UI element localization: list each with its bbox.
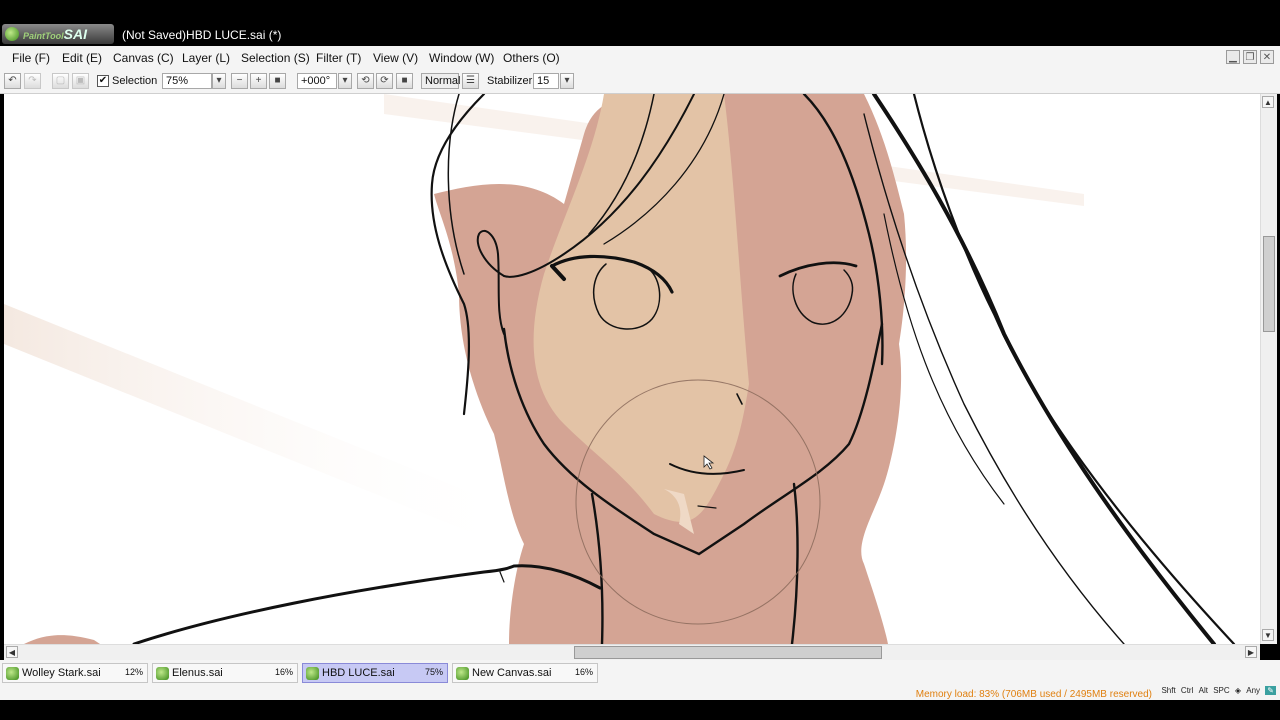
drawing-canvas[interactable] bbox=[4, 94, 1260, 644]
document-tab-wolley-stark[interactable]: Wolley Stark.sai 12% bbox=[2, 663, 148, 683]
zoom-dropdown-icon[interactable]: ▾ bbox=[212, 73, 226, 89]
document-tab-name: HBD LUCE.sai bbox=[322, 667, 395, 679]
menu-view[interactable]: View (V) bbox=[373, 51, 418, 65]
rotation-field[interactable]: +000° bbox=[297, 73, 337, 89]
scroll-right-arrow-icon[interactable]: ▶ bbox=[1245, 646, 1257, 658]
memory-load-status: Memory load: 83% (706MB used / 2495MB re… bbox=[915, 689, 1152, 700]
modifier-key-indicators: Shft Ctrl Alt SPC ◈ Any ✎ bbox=[1158, 686, 1276, 695]
zoom-reset-icon[interactable]: ■ bbox=[269, 73, 286, 89]
window-title: (Not Saved)HBD LUCE.sai (*) bbox=[122, 28, 282, 42]
undo-icon[interactable]: ↶ bbox=[4, 73, 21, 89]
document-tab-zoom: 16% bbox=[274, 667, 293, 677]
vertical-scroll-thumb[interactable] bbox=[1263, 236, 1275, 332]
taskbar-edge bbox=[0, 700, 1280, 720]
tablet-icon: ◈ bbox=[1234, 686, 1242, 695]
pen-icon: ✎ bbox=[1265, 686, 1276, 695]
space-indicator: SPC bbox=[1213, 686, 1230, 695]
menu-layer[interactable]: Layer (L) bbox=[182, 51, 230, 65]
zoom-out-icon[interactable]: − bbox=[231, 73, 248, 89]
document-tab-zoom: 16% bbox=[574, 667, 593, 677]
close-button[interactable]: ✕ bbox=[1260, 50, 1274, 64]
document-icon bbox=[6, 667, 19, 680]
redo-icon[interactable]: ↷ bbox=[24, 73, 41, 89]
zoom-in-icon[interactable]: + bbox=[250, 73, 267, 89]
document-tab-zoom: 12% bbox=[124, 667, 143, 677]
menu-others[interactable]: Others (O) bbox=[503, 51, 560, 65]
stabilizer-label: Stabilizer bbox=[487, 75, 533, 87]
artwork bbox=[4, 94, 1236, 644]
document-tab-name: New Canvas.sai bbox=[472, 667, 552, 679]
rotation-dropdown-icon[interactable]: ▾ bbox=[338, 73, 352, 89]
selection-label: Selection bbox=[112, 75, 158, 87]
sai-logo-icon bbox=[5, 27, 19, 41]
horizontal-scrollbar[interactable]: ◀ ▶ bbox=[4, 644, 1260, 660]
rotate-left-icon[interactable]: ⟲ bbox=[357, 73, 374, 89]
document-tab-zoom: 75% bbox=[424, 667, 443, 677]
light-ray-lower bbox=[4, 304, 524, 554]
status-bar: Wolley Stark.sai 12% Elenus.sai 16% HBD … bbox=[0, 660, 1280, 700]
flip-icon[interactable]: ☰ bbox=[462, 73, 479, 89]
document-tab-name: Wolley Stark.sai bbox=[22, 667, 101, 679]
menu-window[interactable]: Window (W) bbox=[429, 51, 494, 65]
vertical-scrollbar[interactable]: ▲ ▼ bbox=[1260, 94, 1277, 644]
zoom-field[interactable]: 75% bbox=[162, 73, 212, 89]
restore-button[interactable]: ❐ bbox=[1243, 50, 1257, 64]
document-tab-elenus[interactable]: Elenus.sai 16% bbox=[152, 663, 298, 683]
alt-indicator: Alt bbox=[1198, 686, 1208, 695]
document-icon bbox=[456, 667, 469, 680]
minimize-button[interactable]: ▁ bbox=[1226, 50, 1240, 64]
menu-bar: File (F) Edit (E) Canvas (C) Layer (L) S… bbox=[0, 46, 1280, 70]
horizontal-scroll-thumb[interactable] bbox=[574, 646, 882, 659]
document-tab-name: Elenus.sai bbox=[172, 667, 223, 679]
rotate-right-icon[interactable]: ⟳ bbox=[376, 73, 393, 89]
app-logo: PaintToolSAI bbox=[2, 24, 114, 44]
menu-filter[interactable]: Filter (T) bbox=[316, 51, 361, 65]
ctrl-indicator: Ctrl bbox=[1180, 686, 1194, 695]
scroll-left-arrow-icon[interactable]: ◀ bbox=[6, 646, 18, 658]
document-icon bbox=[156, 667, 169, 680]
rotation-reset-icon[interactable]: ■ bbox=[396, 73, 413, 89]
stabilizer-dropdown-icon[interactable]: ▾ bbox=[560, 73, 574, 89]
document-tab-hbd-luce[interactable]: HBD LUCE.sai 75% bbox=[302, 663, 448, 683]
menu-file[interactable]: File (F) bbox=[12, 51, 50, 65]
toolbar: ↶ ↷ ▢ ▣ ✔ Selection 75% ▾ − + ■ +000° ▾ … bbox=[0, 69, 1280, 94]
menu-canvas[interactable]: Canvas (C) bbox=[113, 51, 174, 65]
document-tab-new-canvas[interactable]: New Canvas.sai 16% bbox=[452, 663, 598, 683]
invert-selection-icon[interactable]: ▣ bbox=[72, 73, 89, 89]
title-bar: PaintToolSAI (Not Saved)HBD LUCE.sai (*) bbox=[0, 0, 1280, 46]
shift-indicator: Shft bbox=[1161, 686, 1176, 695]
menu-edit[interactable]: Edit (E) bbox=[62, 51, 102, 65]
scroll-up-arrow-icon[interactable]: ▲ bbox=[1262, 96, 1274, 108]
deselect-icon[interactable]: ▢ bbox=[52, 73, 69, 89]
stabilizer-field[interactable]: 15 bbox=[533, 73, 559, 89]
document-icon bbox=[306, 667, 319, 680]
selection-checkbox[interactable]: ✔ bbox=[97, 75, 109, 87]
blend-mode-button[interactable]: Normal bbox=[421, 73, 460, 89]
any-indicator: Any bbox=[1246, 686, 1261, 695]
scroll-down-arrow-icon[interactable]: ▼ bbox=[1262, 629, 1274, 641]
menu-selection[interactable]: Selection (S) bbox=[241, 51, 310, 65]
corner-skin-shape bbox=[24, 635, 100, 644]
